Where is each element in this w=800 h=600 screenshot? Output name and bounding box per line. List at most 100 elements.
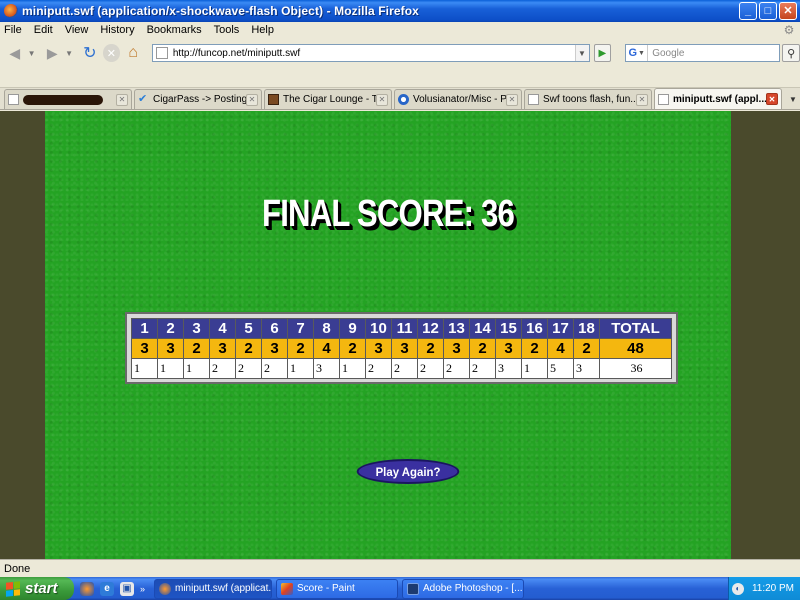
strokes-cell: 2 (365, 358, 392, 379)
taskbar-item-photoshop[interactable]: Adobe Photoshop - [... (402, 578, 524, 599)
par-total-cell: 48 (599, 338, 672, 359)
checkmark-icon: ✔ (138, 93, 148, 105)
show-desktop-icon[interactable]: ▣ (120, 581, 134, 596)
tab-swf-toons[interactable]: Swf toons flash, fun... ✕ (524, 89, 652, 109)
par-cell: 2 (469, 338, 496, 359)
strokes-row: 1 1 1 2 2 2 1 3 1 2 2 2 2 2 3 1 5 3 36 (131, 358, 672, 379)
flash-game-stage[interactable]: FINAL SCORE: 36 1 2 3 4 5 6 7 8 9 10 11 12 13 14 15 16 1… (45, 111, 731, 559)
tab-miniputt[interactable]: miniputt.swf (appl... ✕ (654, 88, 782, 109)
photoshop-icon (407, 582, 419, 595)
hole-number-row: 1 2 3 4 5 6 7 8 9 10 11 12 13 14 15 16 17 18 TOTAL (131, 318, 672, 339)
tab-volusianator[interactable]: Volusianator/Misc - P... ✕ (394, 89, 522, 109)
strokes-cell: 5 (547, 358, 574, 379)
back-arrow-icon: ◀ (9, 44, 21, 61)
tab-close-icon[interactable]: ✕ (116, 93, 128, 106)
strokes-cell: 2 (443, 358, 470, 379)
search-button[interactable]: ⚲ (782, 44, 800, 62)
menu-tools[interactable]: Tools (214, 24, 240, 36)
forward-button[interactable]: ▶ (42, 42, 64, 64)
strokes-cell: 1 (157, 358, 184, 379)
back-button[interactable]: ◀ (4, 42, 26, 64)
strokes-cell: 2 (235, 358, 262, 379)
hole-number-cell: 16 (521, 318, 548, 339)
tab-cigar-lounge[interactable]: The Cigar Lounge - T... ✕ (264, 89, 392, 109)
taskbar-item-paint[interactable]: Score - Paint (276, 578, 398, 599)
menu-help[interactable]: Help (251, 24, 274, 36)
page-icon (528, 94, 539, 105)
quicklaunch-more[interactable]: » (140, 584, 145, 594)
scorecard-table: 1 2 3 4 5 6 7 8 9 10 11 12 13 14 15 16 17 18 TOTAL 3323232… (131, 318, 672, 379)
menu-edit[interactable]: Edit (34, 24, 53, 36)
search-engine-selector[interactable]: G ▼ (626, 45, 649, 61)
par-cell: 2 (573, 338, 600, 359)
tab-close-icon[interactable]: ✕ (376, 93, 388, 106)
search-input[interactable]: Google (652, 48, 684, 59)
menu-bookmarks[interactable]: Bookmarks (147, 24, 202, 36)
page-content: FINAL SCORE: 36 1 2 3 4 5 6 7 8 9 10 11 12 13 14 15 16 1… (0, 111, 800, 559)
hole-number-cell: 4 (209, 318, 236, 339)
strokes-cell: 2 (391, 358, 418, 379)
tab-close-icon[interactable]: ✕ (766, 93, 778, 105)
menu-file[interactable]: File (4, 24, 22, 36)
status-bar: Done (0, 559, 800, 577)
windows-flag-icon (6, 580, 20, 597)
reload-button[interactable]: ↻ (79, 42, 101, 64)
par-cell: 3 (365, 338, 392, 359)
maximize-button[interactable]: □ (759, 2, 777, 20)
minimize-button[interactable]: _ (739, 2, 757, 20)
tab-bar: ✕ ✔ CigarPass -> Posting... ✕ The Cigar … (0, 88, 800, 110)
menu-history[interactable]: History (100, 24, 134, 36)
image-icon (268, 94, 279, 105)
tab-list-dropdown[interactable]: ▼ (786, 89, 800, 109)
par-row: 3 3 2 3 2 3 2 4 2 3 3 2 3 2 3 2 4 2 48 (131, 338, 672, 359)
tab-cigarpass[interactable]: ✔ CigarPass -> Posting... ✕ (134, 89, 262, 109)
internet-explorer-icon[interactable]: e (100, 581, 114, 596)
tab-label: Swf toons flash, fun... (543, 94, 636, 105)
strokes-cell: 2 (417, 358, 444, 379)
hole-number-cell: 9 (339, 318, 366, 339)
stop-button[interactable]: ✕ (102, 44, 121, 62)
par-cell: 2 (417, 338, 444, 359)
back-history-dropdown[interactable]: ▼ (28, 49, 36, 58)
system-tray: ◐ 11:20 PM (728, 577, 800, 600)
window-title: miniputt.swf (application/x-shockwave-fl… (22, 4, 419, 18)
reload-icon: ↻ (83, 45, 97, 62)
close-button[interactable]: ✕ (779, 2, 797, 20)
hole-number-cell: 14 (469, 318, 496, 339)
start-button[interactable]: start (0, 577, 74, 600)
hole-number-cell: 3 (183, 318, 210, 339)
url-history-dropdown[interactable]: ▼ (574, 45, 589, 61)
task-label: miniputt.swf (applicat... (175, 583, 272, 594)
par-cell: 3 (261, 338, 288, 359)
network-icon[interactable]: ◐ (731, 582, 744, 595)
go-button[interactable]: ▶ (593, 44, 612, 62)
forward-arrow-icon: ▶ (46, 44, 58, 61)
forward-history-dropdown[interactable]: ▼ (65, 49, 73, 58)
par-cell: 3 (391, 338, 418, 359)
menu-view[interactable]: View (65, 24, 89, 36)
redacted-tab-title (23, 94, 103, 105)
tab-close-icon[interactable]: ✕ (246, 93, 258, 106)
tab-close-icon[interactable]: ✕ (506, 93, 518, 106)
strokes-cell: 3 (313, 358, 340, 379)
home-button[interactable]: ⌂ (122, 42, 144, 64)
strokes-cell: 1 (183, 358, 210, 379)
taskbar-item-firefox[interactable]: miniputt.swf (applicat... (154, 578, 272, 599)
strokes-cell: 1 (521, 358, 548, 379)
firefox-quicklaunch-icon[interactable] (80, 581, 94, 596)
bookmarks-toolbar (0, 68, 800, 88)
play-again-button[interactable]: Play Again? (356, 459, 460, 484)
tab-redacted[interactable]: ✕ (4, 89, 132, 109)
par-cell: 3 (443, 338, 470, 359)
search-bar[interactable]: G ▼ Google (625, 44, 781, 62)
throbber-icon: ⚙ (783, 23, 795, 37)
par-cell: 3 (157, 338, 184, 359)
hole-number-cell: 10 (365, 318, 392, 339)
total-header-cell: TOTAL (599, 318, 672, 339)
hole-number-cell: 1 (131, 318, 158, 339)
tab-close-icon[interactable]: ✕ (636, 93, 648, 106)
window-titlebar[interactable]: miniputt.swf (application/x-shockwave-fl… (0, 0, 800, 22)
strokes-cell: 1 (287, 358, 314, 379)
par-cell: 2 (521, 338, 548, 359)
address-bar[interactable]: http://funcop.net/miniputt.swf ▼ (151, 44, 590, 62)
